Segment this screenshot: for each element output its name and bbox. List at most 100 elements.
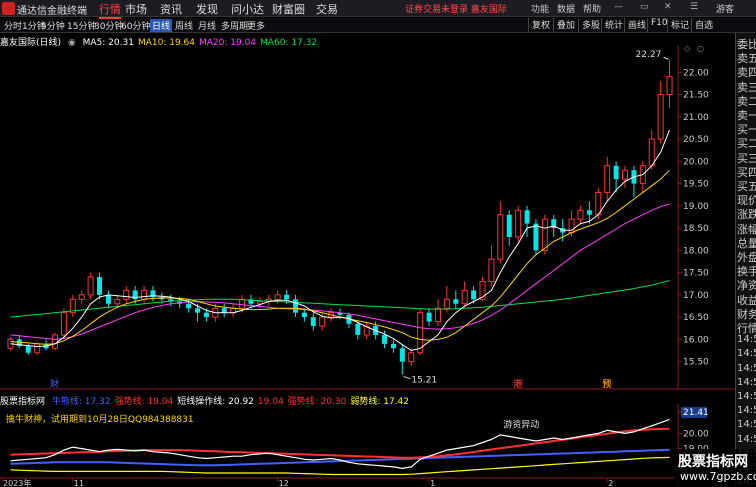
candle-body bbox=[105, 294, 111, 304]
event-marker[interactable]: 港 bbox=[513, 378, 522, 390]
candle[interactable] bbox=[346, 312, 352, 329]
candle[interactable] bbox=[78, 290, 85, 304]
candle[interactable] bbox=[426, 308, 432, 327]
quote-panel-item[interactable]: 14:5 bbox=[737, 419, 756, 430]
candle[interactable] bbox=[363, 321, 370, 340]
candle[interactable] bbox=[666, 60, 673, 108]
y-tick-label: 22.00 bbox=[683, 68, 709, 78]
quote-panel-item[interactable]: 14:5 bbox=[737, 377, 756, 388]
candle[interactable] bbox=[461, 281, 468, 309]
candle[interactable] bbox=[248, 294, 254, 309]
tool-3[interactable]: 统计 bbox=[601, 18, 623, 32]
maximize-icon[interactable]: ▭ bbox=[640, 2, 649, 12]
system-button-3[interactable]: 游客 bbox=[716, 2, 734, 15]
period-4[interactable]: 30分钟 bbox=[94, 19, 123, 32]
close-icon[interactable]: ✕ bbox=[664, 2, 672, 12]
quote-panel-item[interactable]: 14:5 bbox=[737, 434, 756, 445]
menu-item-5[interactable]: 财富圈 bbox=[272, 1, 305, 17]
candle[interactable] bbox=[622, 165, 629, 189]
candle[interactable] bbox=[453, 290, 459, 309]
period-5[interactable]: 60分钟 bbox=[121, 19, 150, 32]
candle-body bbox=[434, 307, 441, 323]
menu-item-2[interactable]: 资讯 bbox=[160, 1, 182, 17]
candle[interactable] bbox=[541, 214, 548, 255]
quote-panel-item[interactable]: 14:5 bbox=[737, 391, 756, 402]
menu-item-0[interactable]: 行情 bbox=[99, 1, 121, 19]
candle-body bbox=[203, 312, 209, 318]
menu-item-1[interactable]: 市场 bbox=[125, 1, 147, 17]
candle[interactable] bbox=[434, 299, 441, 327]
quote-panel-item[interactable]: 14:5 bbox=[737, 348, 756, 359]
tool-2[interactable]: 多股 bbox=[578, 18, 600, 32]
candle[interactable] bbox=[43, 339, 49, 351]
candle[interactable] bbox=[69, 294, 76, 318]
menu-item-3[interactable]: 发现 bbox=[196, 1, 218, 17]
chart-close-icon[interactable]: ○ bbox=[697, 45, 704, 53]
candle[interactable] bbox=[141, 285, 148, 304]
candle[interactable] bbox=[639, 161, 646, 193]
period-9[interactable]: 多周期 bbox=[221, 19, 248, 32]
candle[interactable] bbox=[60, 308, 67, 338]
system-button-2[interactable]: 帮助 bbox=[583, 2, 601, 15]
candle[interactable] bbox=[577, 205, 584, 224]
candle[interactable] bbox=[150, 285, 156, 302]
candle[interactable] bbox=[123, 285, 130, 304]
candle[interactable] bbox=[105, 290, 111, 309]
menu-item-6[interactable]: 交易 bbox=[316, 1, 338, 17]
tool-6[interactable]: 标记 bbox=[667, 18, 689, 32]
menu-item-4[interactable]: 问小达 bbox=[231, 1, 264, 17]
candle[interactable] bbox=[301, 308, 307, 322]
event-marker[interactable]: 预 bbox=[602, 379, 611, 390]
period-0[interactable]: 分时 bbox=[4, 19, 22, 32]
candle[interactable] bbox=[87, 272, 94, 300]
period-7[interactable]: 周线 bbox=[175, 19, 193, 32]
candle[interactable] bbox=[292, 294, 298, 318]
event-marker[interactable]: 财 bbox=[50, 378, 59, 390]
candle[interactable] bbox=[524, 205, 530, 237]
period-2[interactable]: 5分钟 bbox=[41, 19, 65, 32]
login-notice[interactable]: 证券交易未登录 嘉友国际 bbox=[405, 2, 507, 15]
quote-panel-item[interactable]: 14:5 bbox=[737, 334, 756, 345]
candle[interactable] bbox=[631, 165, 637, 197]
candle-body bbox=[25, 346, 31, 353]
menu-icon[interactable]: ☰ bbox=[690, 2, 698, 12]
candle[interactable] bbox=[230, 303, 237, 318]
tool-4[interactable]: 画线 bbox=[624, 18, 646, 32]
candle[interactable] bbox=[506, 210, 512, 246]
candle[interactable] bbox=[515, 205, 522, 242]
candle-body bbox=[471, 290, 477, 300]
system-button-1[interactable]: 数据 bbox=[557, 2, 575, 15]
indicator-chart[interactable]: 21.4120.0019.0018.00游资异动2023年111212 bbox=[0, 404, 735, 487]
candle[interactable] bbox=[97, 272, 103, 300]
candle[interactable] bbox=[533, 219, 539, 255]
candle[interactable] bbox=[399, 343, 405, 375]
tool-1[interactable]: 叠加 bbox=[553, 18, 575, 32]
period-8[interactable]: 月线 bbox=[198, 19, 216, 32]
candle[interactable] bbox=[355, 321, 361, 340]
candle[interactable] bbox=[648, 130, 655, 171]
candle[interactable] bbox=[604, 156, 611, 202]
system-button-0[interactable]: 功能 bbox=[531, 2, 549, 15]
candlestick-chart[interactable]: 22.00 21.50 21.00 20.50 20.00 19.50 19.00 18.50… bbox=[0, 45, 735, 390]
candle-body bbox=[613, 165, 619, 180]
tool-7[interactable]: 自选 bbox=[691, 18, 713, 32]
quote-panel-item[interactable]: 14:5 bbox=[737, 405, 756, 416]
candle[interactable] bbox=[51, 332, 58, 351]
candle[interactable] bbox=[657, 81, 664, 144]
candle[interactable] bbox=[310, 312, 316, 331]
minimize-icon[interactable]: — bbox=[614, 2, 623, 12]
candle[interactable] bbox=[265, 294, 272, 306]
tool-5[interactable]: F10 bbox=[647, 18, 668, 32]
period-10[interactable]: 更多 bbox=[247, 19, 265, 32]
candle-body bbox=[87, 276, 94, 296]
period-3[interactable]: 15分钟 bbox=[67, 19, 96, 32]
candle-body bbox=[488, 258, 495, 283]
candle[interactable] bbox=[390, 339, 396, 353]
tool-0[interactable]: 复权 bbox=[528, 18, 550, 32]
candle[interactable] bbox=[221, 303, 227, 318]
candle[interactable] bbox=[488, 245, 495, 286]
chart-settings-icon[interactable]: ◇ bbox=[684, 45, 691, 53]
candle[interactable] bbox=[497, 201, 504, 264]
quote-panel-item[interactable]: 14:5 bbox=[737, 363, 756, 374]
period-6[interactable]: 日线 bbox=[150, 19, 173, 32]
